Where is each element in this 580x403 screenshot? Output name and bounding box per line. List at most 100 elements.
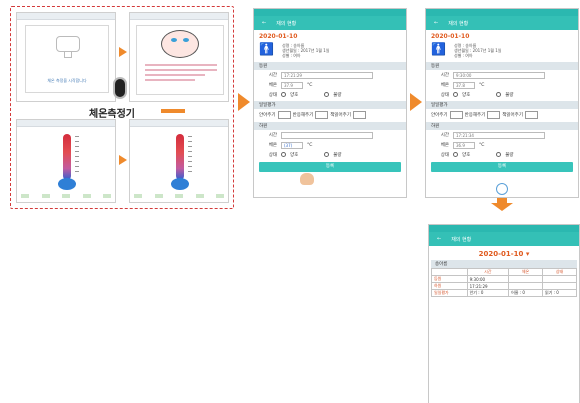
table-cell: 17:21:29 (466, 282, 510, 290)
header-cell: 체온 (508, 268, 544, 276)
arrow-icon (119, 47, 127, 57)
respond-input[interactable] (487, 110, 501, 119)
child-gender: 성별 : 여아 (453, 53, 473, 58)
table-row: 일일평가 안기 : 0 어울 : 0 읽기 : 0 (431, 289, 577, 297)
departure-temp-input[interactable]: 36.9 (453, 141, 475, 149)
section-departure: 하원 (426, 122, 578, 130)
hand-tap-icon (300, 173, 314, 185)
device-screen-thermo-2 (129, 119, 229, 203)
unit-label: °C (307, 142, 313, 148)
section-arrival: 등원 (254, 62, 406, 70)
read-input[interactable] (352, 110, 366, 119)
bad-label: 불량 (333, 152, 342, 158)
departure-time-input[interactable]: 17:21:34 (453, 131, 545, 139)
arrival-temp-input[interactable]: 37.8 (453, 81, 475, 89)
tap-indicator-icon (496, 183, 508, 195)
arrow-icon (119, 155, 127, 165)
row-label: 일일평가 (431, 289, 468, 297)
back-icon[interactable]: ← (437, 236, 441, 242)
section-care: 일일평가 (254, 101, 406, 109)
device-screen-thermo-1 (16, 119, 116, 203)
unit-label: °C (479, 82, 485, 88)
good-label: 양호 (290, 152, 299, 158)
section-care: 일일평가 (426, 101, 578, 109)
form-date: 2020-01-10 (431, 33, 470, 40)
row-label: 하원 (431, 282, 468, 290)
flow-arrow-icon (410, 93, 422, 111)
condition-label: 상태 (440, 92, 449, 98)
bad-radio[interactable] (496, 152, 502, 157)
arrival-time-input[interactable]: 17:21:29 (281, 71, 373, 79)
table-header-row: 시간 체온 상태 (431, 268, 577, 276)
flow-arrow-down-icon (490, 198, 514, 211)
good-radio[interactable] (453, 92, 458, 97)
condition-label: 상태 (268, 152, 277, 158)
condition-label: 상태 (440, 152, 449, 158)
unit-label: °C (479, 142, 485, 148)
device-screen-start: 체온 측정을 시작합니다 (16, 12, 116, 102)
respond-label: 반응해주기 (292, 112, 314, 118)
good-radio[interactable] (281, 152, 286, 157)
arrow-icon (161, 109, 185, 113)
respond-input[interactable] (315, 110, 329, 119)
read-label: 책읽어주기 (330, 112, 351, 118)
form-date: 2020-01-10 (259, 33, 298, 40)
good-radio[interactable] (281, 92, 286, 97)
departure-temp-input[interactable]: (37) (281, 141, 303, 149)
attendance-result: ← 재의 현황 2020-01-10 ▾ 송아름 시간 체온 상태 등원 9:30… (428, 224, 580, 403)
temp-label: 체온 (268, 143, 277, 148)
read-input[interactable] (524, 110, 538, 119)
result-child-name: 송아름 (431, 260, 577, 268)
header-cell: 상태 (542, 268, 577, 276)
table-row: 하원 17:21:29 (431, 282, 577, 290)
read-label: 책읽어주기 (502, 112, 523, 118)
header-cell (431, 268, 468, 276)
section-arrival: 등원 (426, 62, 578, 70)
arrival-temp-input[interactable]: 37.9 (281, 81, 303, 89)
departure-time-input[interactable] (281, 131, 373, 139)
bad-label: 불량 (505, 152, 514, 158)
table-cell: 9:30:00 (466, 275, 510, 283)
hug-input[interactable] (449, 110, 463, 119)
hug-input[interactable] (277, 110, 291, 119)
temp-label: 체온 (440, 143, 449, 148)
bad-radio[interactable] (496, 92, 502, 97)
arrival-time-input[interactable]: 9:30:00 (453, 71, 545, 79)
good-label: 양호 (462, 152, 471, 158)
bad-radio[interactable] (324, 152, 330, 157)
bad-radio[interactable] (324, 92, 330, 97)
result-table: 시간 체온 상태 등원 9:30:00 하원 17:21:29 일일평가 안기 … (431, 268, 577, 297)
child-gender: 성별 : 여아 (281, 53, 301, 58)
good-label: 양호 (290, 92, 299, 98)
row-label: 등원 (431, 275, 468, 283)
attendance-form-a: ← 재의 현황 2020-01-10 🚹 성명 : 송아름 생년월일 : 2017… (253, 8, 407, 198)
good-radio[interactable] (453, 152, 458, 157)
flow-arrow-icon (238, 93, 250, 111)
submit-button[interactable]: 등록 (431, 162, 573, 172)
children-icon: 🚹 (431, 42, 446, 56)
result-date-select[interactable]: 2020-01-10 ▾ (429, 246, 579, 260)
respond-label: 반응해주기 (464, 112, 486, 118)
back-icon[interactable]: ← (262, 20, 266, 26)
time-label: 시간 (268, 73, 277, 78)
table-cell (542, 282, 577, 290)
time-label: 시간 (268, 133, 277, 138)
time-label: 시간 (440, 73, 449, 78)
table-cell (542, 275, 577, 283)
hug-label: 안아주기 (259, 112, 276, 118)
device-panel: 체온 측정을 시작합니다 체온측정기 (10, 6, 234, 209)
app-title: 재의 현황 (276, 20, 297, 27)
table-cell (508, 282, 544, 290)
device-screen-face (129, 12, 229, 102)
submit-button[interactable]: 등록 (259, 162, 401, 172)
condition-label: 상태 (268, 92, 277, 98)
section-departure: 하원 (254, 122, 406, 130)
sensor-label: 체온측정기 (89, 109, 135, 120)
back-icon[interactable]: ← (434, 20, 438, 26)
bad-label: 불량 (505, 92, 514, 98)
temp-label: 체온 (268, 83, 277, 88)
header-cell: 시간 (466, 268, 510, 276)
bad-label: 불량 (333, 92, 342, 98)
table-cell: 어울 : 0 (508, 289, 544, 297)
unit-label: °C (307, 82, 313, 88)
